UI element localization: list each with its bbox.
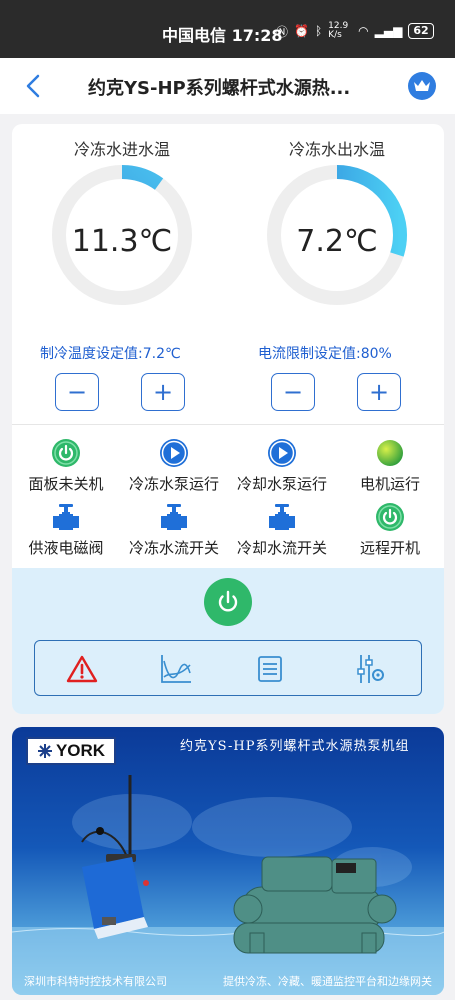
status-label: 冷却水流开关 <box>236 539 327 557</box>
status-label: 冷冻水流开关 <box>128 539 219 557</box>
status-icons: Ⓝ ⏰ ᛒ 12.9 K/s ◠ ▂▄▆ 62 <box>276 22 434 40</box>
gauge-value: 11.3℃ <box>71 224 173 259</box>
cooling-setpoint-increase-button[interactable]: + <box>141 373 185 411</box>
wifi-icon: ◠ <box>358 24 369 38</box>
status-motor-running: 电机运行 <box>336 438 444 494</box>
status-solenoid-valve: 供液电磁阀 <box>12 502 120 558</box>
power-icon <box>51 438 81 468</box>
trend-chart-icon[interactable] <box>159 652 193 686</box>
alarm-icon[interactable] <box>65 652 99 686</box>
settings-sliders-icon[interactable] <box>353 652 387 686</box>
status-cooling-flow-switch: 冷却水流开关 <box>228 502 336 558</box>
toolbar <box>34 640 422 696</box>
gauge-label: 冷冻水出水温 <box>288 140 385 159</box>
signal-icon: ▂▄▆ <box>374 24 403 38</box>
cooling-setpoint-label: 制冷温度设定值:7.2℃ <box>40 346 181 362</box>
pump-play-icon <box>267 438 297 468</box>
crown-icon[interactable] <box>408 72 436 100</box>
control-panel <box>12 568 444 714</box>
power-icon <box>375 502 405 532</box>
banner-title: 约克YS-HP系列螺杆式水源热泵机组 <box>180 739 410 754</box>
battery-icon: 62 <box>408 23 434 39</box>
status-label: 电机运行 <box>359 475 420 493</box>
status-label: 远程开机 <box>359 539 420 557</box>
page-title: 约克YS-HP系列螺杆式水源热... <box>88 78 351 99</box>
bluetooth-icon: ᛒ <box>314 24 323 38</box>
status-panel-off: 面板未关机 <box>12 438 120 494</box>
product-banner: YORK 约克YS-HP系列螺杆式水源热泵机组 深圳市科特时控技术有限公司 提供… <box>12 727 444 995</box>
valve-icon <box>51 502 81 532</box>
york-logo-text: YORK <box>55 741 106 760</box>
gauge-value: 7.2℃ <box>296 224 378 259</box>
back-icon[interactable] <box>22 72 46 100</box>
status-cooling-pump: 冷却水泵运行 <box>228 438 336 494</box>
pump-play-icon <box>159 438 189 468</box>
company-name: 深圳市科特时控技术有限公司 <box>24 975 167 988</box>
net-speed: 12.9 K/s <box>328 21 349 40</box>
carrier-time: 中国电信 17:28 <box>162 26 283 45</box>
gauge-label: 冷冻水进水温 <box>73 140 170 159</box>
banner-artwork <box>12 775 444 995</box>
device-card: 冷冻水进水温 11.3℃ 冷冻水出水温 7.2℃ 制冷温度设定值:7.2℃ 电流… <box>12 124 444 714</box>
status-chilled-flow-switch: 冷冻水流开关 <box>120 502 228 558</box>
current-limit-decrease-button[interactable]: − <box>271 373 315 411</box>
status-label: 供液电磁阀 <box>28 539 104 557</box>
power-icon <box>218 590 238 612</box>
power-button[interactable] <box>204 578 252 626</box>
status-remote-start: 远程开机 <box>336 502 444 558</box>
status-label: 冷却水泵运行 <box>236 475 327 493</box>
current-limit-label: 电流限制设定值:80% <box>258 346 392 362</box>
banner-footer: 深圳市科特时控技术有限公司 提供冷冻、冷藏、暖通监控平台和边缘网关 <box>12 973 444 989</box>
current-limit-increase-button[interactable]: + <box>357 373 401 411</box>
york-logo: YORK <box>26 737 116 765</box>
list-icon[interactable] <box>253 652 287 686</box>
valve-icon <box>159 502 189 532</box>
snowflake-icon <box>37 744 52 758</box>
cooling-setpoint-decrease-button[interactable]: − <box>55 373 99 411</box>
status-label: 面板未关机 <box>28 475 104 493</box>
nfc-icon: Ⓝ <box>276 24 289 39</box>
company-slogan: 提供冷冻、冷藏、暖通监控平台和边缘网关 <box>223 975 432 988</box>
nav-bar: 约克YS-HP系列螺杆式水源热... <box>0 58 455 114</box>
valve-icon <box>267 502 297 532</box>
system-status-bar: 中国电信 17:28 Ⓝ ⏰ ᛒ 12.9 K/s ◠ ▂▄▆ 62 <box>0 0 455 58</box>
motor-dot-icon <box>375 438 405 468</box>
divider <box>12 424 444 425</box>
status-chilled-pump: 冷冻水泵运行 <box>120 438 228 494</box>
status-label: 冷冻水泵运行 <box>128 475 219 493</box>
alarm-clock-icon: ⏰ <box>294 24 309 38</box>
